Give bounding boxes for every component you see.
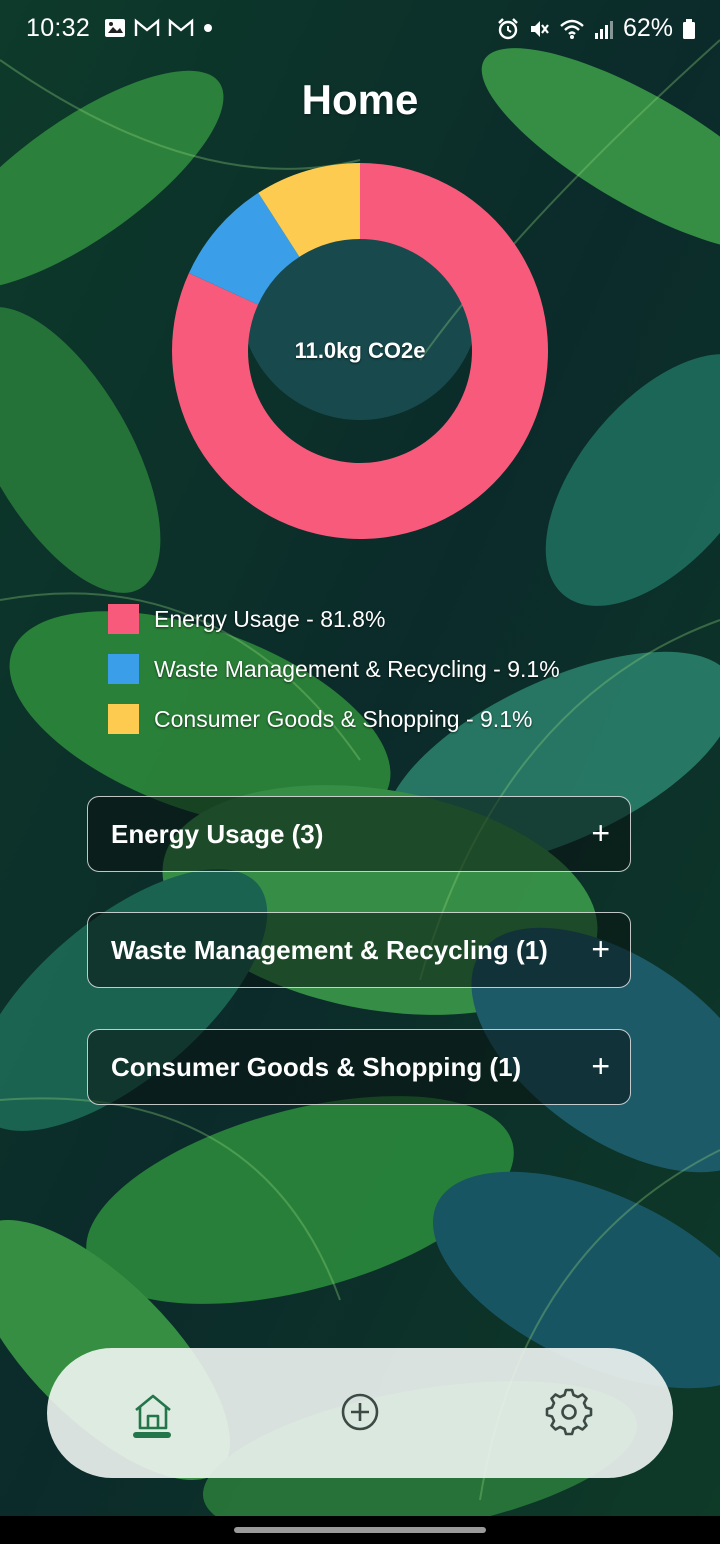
category-card-energy[interactable]: Energy Usage (3) +: [87, 796, 631, 872]
category-label: Waste Management & Recycling (1): [111, 935, 548, 965]
emissions-donut-chart: 11.0kg CO2e: [171, 163, 548, 539]
category-label: Consumer Goods & Shopping (1): [111, 1052, 522, 1082]
battery-icon: [683, 18, 695, 39]
signal-icon: [594, 20, 613, 39]
category-card-waste[interactable]: Waste Management & Recycling (1) +: [87, 912, 631, 988]
nav-home-button[interactable]: [129, 1388, 177, 1436]
battery-percentage: 62%: [622, 14, 673, 42]
expand-plus-icon[interactable]: +: [591, 1046, 610, 1086]
legend-swatch: [108, 704, 139, 734]
wifi-icon: [560, 19, 584, 39]
notification-dot-icon: [204, 24, 212, 32]
legend-item-waste: Waste Management & Recycling - 9.1%: [108, 644, 560, 694]
system-navigation-bar: [0, 1516, 720, 1544]
page-title: Home: [301, 76, 419, 123]
nav-active-indicator: [133, 1432, 171, 1438]
legend-swatch: [108, 654, 139, 684]
gallery-icon: [105, 19, 125, 37]
vibrate-mute-icon: [530, 20, 549, 37]
category-card-consumer[interactable]: Consumer Goods & Shopping (1) +: [87, 1029, 631, 1105]
legend-label: Energy Usage - 81.8%: [154, 605, 386, 632]
expand-plus-icon[interactable]: +: [591, 929, 610, 969]
home-icon: [135, 1394, 171, 1430]
nav-add-button[interactable]: [336, 1388, 384, 1436]
expand-plus-icon[interactable]: +: [591, 813, 610, 853]
bottom-navigation: [47, 1348, 673, 1478]
status-bar: 10:32 62%: [0, 0, 720, 62]
donut-center-label: 11.0kg CO2e: [294, 338, 426, 363]
gmail-icon: [168, 18, 194, 36]
category-label: Energy Usage (3): [111, 819, 324, 849]
legend-item-energy: Energy Usage - 81.8%: [108, 594, 560, 644]
legend-label: Waste Management & Recycling - 9.1%: [154, 655, 560, 682]
alarm-icon: [498, 17, 518, 39]
gear-icon: [545, 1388, 593, 1436]
nav-settings-button[interactable]: [545, 1388, 593, 1436]
legend-item-consumer: Consumer Goods & Shopping - 9.1%: [108, 694, 560, 744]
gmail-icon: [134, 18, 160, 36]
legend-label: Consumer Goods & Shopping - 9.1%: [154, 705, 533, 732]
add-circle-icon: [341, 1393, 379, 1431]
status-time: 10:32: [26, 14, 91, 42]
legend-swatch: [108, 604, 139, 634]
chart-legend: Energy Usage - 81.8% Waste Management & …: [108, 594, 560, 744]
home-gesture-pill[interactable]: [234, 1527, 486, 1533]
